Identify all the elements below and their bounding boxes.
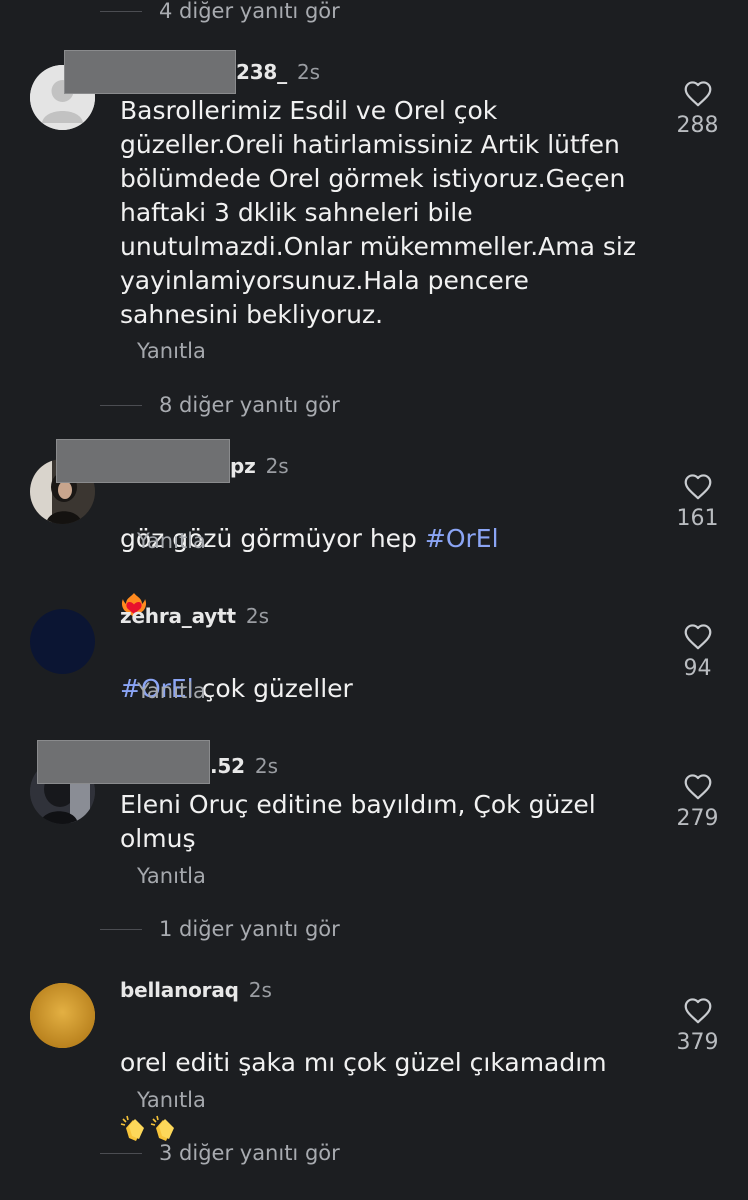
reply-button[interactable]: Yanıtla [137, 864, 206, 888]
avatar[interactable] [30, 609, 95, 674]
timestamp: 2s [254, 754, 278, 778]
comment-text-part: orel editi şaka mı çok güzel çıkamadım [120, 1048, 607, 1077]
timestamp: 2s [296, 60, 321, 84]
heart-outline-icon [684, 474, 711, 500]
like-count: 94 [683, 656, 712, 681]
view-more-replies-button[interactable]: 1 diğer yanıtı gör [100, 914, 340, 944]
divider-line [100, 1152, 142, 1154]
comment-header: bellanoraq 2s [120, 977, 272, 1003]
like-button[interactable]: 288 [660, 80, 735, 138]
timestamp: 2s [245, 604, 269, 628]
comment-text-part: çok güzeller [193, 674, 353, 703]
like-count: 161 [676, 506, 719, 531]
divider-line [100, 928, 142, 930]
username[interactable]: pz [230, 454, 256, 478]
divider-line [100, 10, 142, 12]
username[interactable]: bellanoraq [120, 978, 239, 1002]
timestamp: 2s [265, 454, 289, 478]
view-more-replies-button[interactable]: 8 diğer yanıtı gör [100, 390, 340, 420]
reply-button[interactable]: Yanıtla [137, 339, 206, 363]
username[interactable]: zehra_aytt [120, 604, 236, 628]
like-button[interactable]: 94 [660, 623, 735, 681]
divider-line [100, 404, 142, 406]
comment-header: pz 2s [230, 453, 289, 479]
reply-button[interactable]: Yanıtla [137, 1088, 206, 1112]
hashtag-link[interactable]: #OrEl [425, 524, 499, 553]
timestamp: 2s [248, 978, 272, 1002]
view-more-replies-button[interactable]: 4 diğer yanıtı gör [100, 0, 340, 26]
like-count: 288 [676, 113, 719, 138]
avatar[interactable] [30, 983, 95, 1048]
username[interactable]: 238_ [236, 60, 287, 84]
comment-text: orel editi şaka mı çok güzel çıkamadım [120, 1012, 630, 1153]
like-count: 279 [676, 806, 719, 831]
comment-header: 238_ 2s [236, 59, 320, 85]
like-count: 379 [676, 1030, 719, 1055]
heart-outline-icon [684, 624, 711, 650]
comment-text: Basrollerimiz Esdil ve Orel çok güzeller… [120, 96, 636, 329]
like-button[interactable]: 379 [660, 997, 735, 1055]
username[interactable]: .52 [210, 754, 245, 778]
like-button[interactable]: 279 [660, 773, 735, 831]
like-button[interactable]: 161 [660, 473, 735, 531]
profile-photo [30, 983, 95, 1048]
view-more-replies-button[interactable]: 3 diğer yanıtı gör [100, 1138, 340, 1168]
redacted-username-block [64, 50, 236, 94]
comment-header: .52 2s [210, 753, 278, 779]
heart-outline-icon [684, 81, 711, 107]
heart-outline-icon [684, 998, 711, 1024]
comment-text: Eleni Oruç editine bayıldım, Çok güzel o… [120, 790, 596, 853]
reply-button[interactable]: Yanıtla [137, 529, 206, 553]
redacted-username-block [56, 439, 230, 483]
comments-panel: 4 diğer yanıtı gör 238_ 2s Basrollerimiz… [0, 0, 748, 1200]
heart-outline-icon [684, 774, 711, 800]
comment-header: zehra_aytt 2s [120, 603, 269, 629]
reply-button[interactable]: Yanıtla [137, 679, 206, 703]
redacted-username-block [37, 740, 210, 784]
